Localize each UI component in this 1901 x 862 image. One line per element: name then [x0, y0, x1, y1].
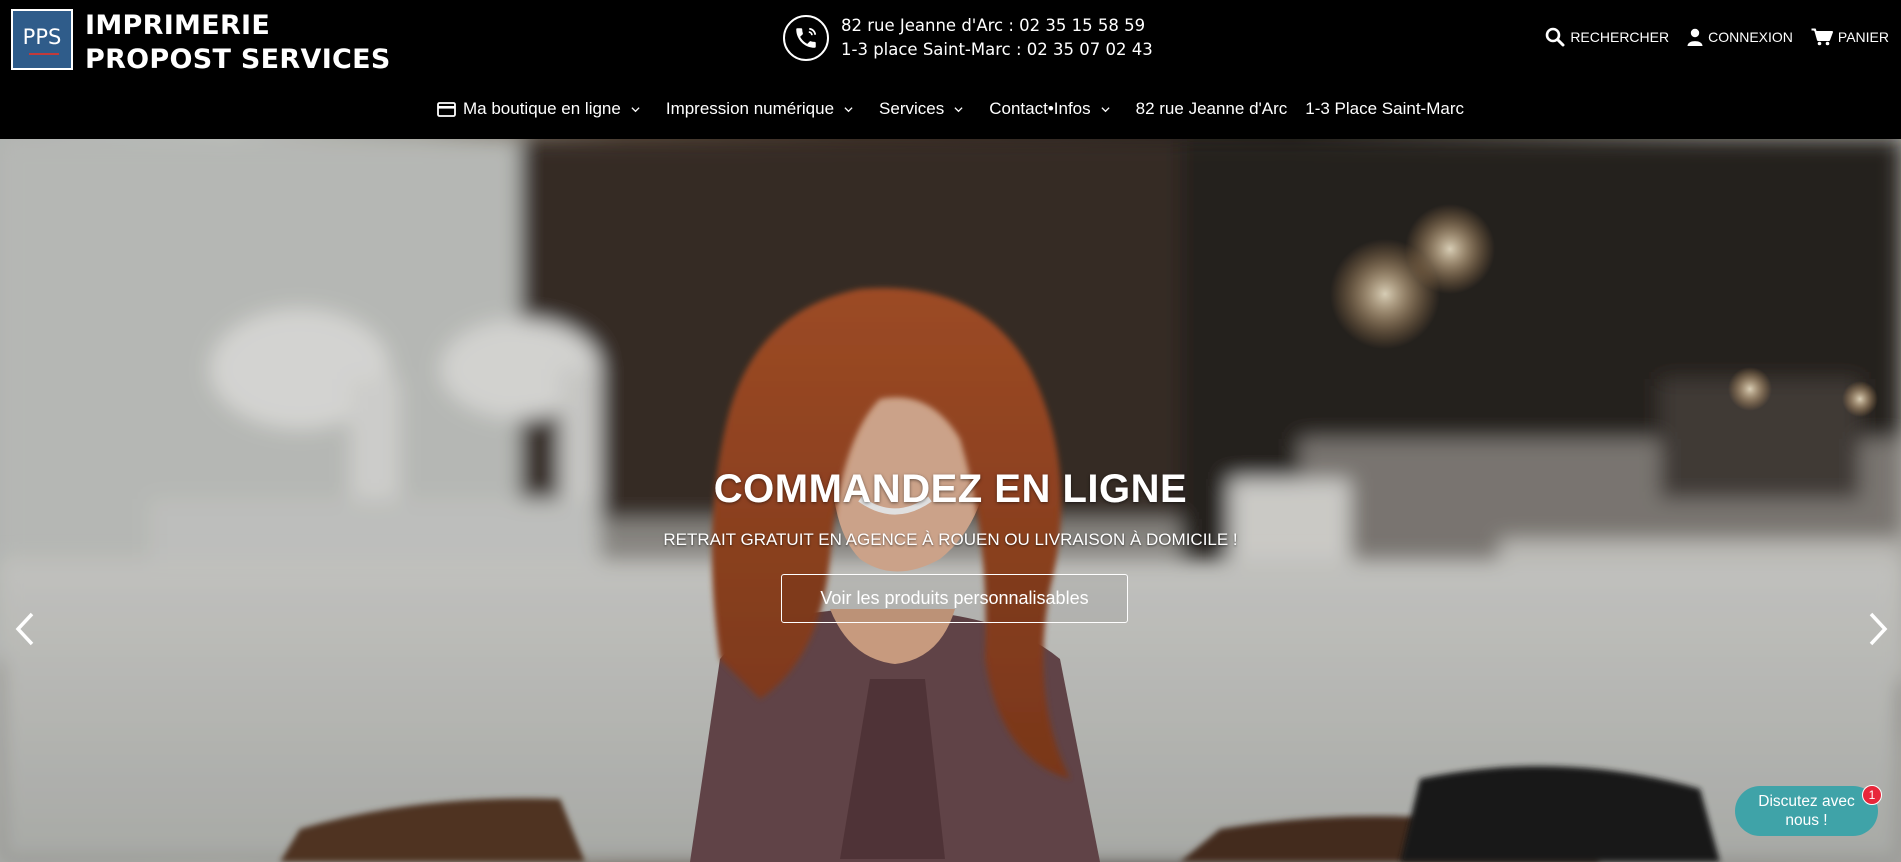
chat-label: Discutez avec nous ! [1758, 792, 1854, 830]
brand-name: IMPRIMERIE PROPOST SERVICES [85, 9, 391, 77]
nav-item-jeanne-darc[interactable]: 82 rue Jeanne d'Arc [1136, 99, 1288, 119]
hero-title: COMMANDEZ EN LIGNE [713, 467, 1188, 511]
logo-initials: PPS [22, 25, 62, 49]
login-label: CONNEXION [1708, 29, 1793, 45]
chevron-down-icon [1101, 106, 1110, 112]
chevron-down-icon [954, 106, 963, 112]
brand-name-line1: IMPRIMERIE [85, 10, 271, 41]
nav-label-jeanne-darc: 82 rue Jeanne d'Arc [1135, 99, 1288, 118]
site-logo[interactable]: PPS IMPRIMERIE PROPOST SERVICES [11, 9, 391, 77]
nav-label-saint-marc: 1-3 Place Saint-Marc [1305, 99, 1464, 118]
search-label: RECHERCHER [1570, 29, 1670, 45]
login-link[interactable]: CONNEXION [1687, 28, 1793, 46]
nav-label-impression: Impression numérique [665, 99, 835, 118]
nav-item-boutique[interactable]: Ma boutique en ligne [437, 99, 640, 119]
nav-label-services: Services [879, 99, 945, 118]
credit-card-icon [437, 101, 456, 117]
chat-label-line2: nous ! [1785, 812, 1828, 829]
view-products-button[interactable]: Voir les produits personnalisables [781, 574, 1128, 623]
chevron-right-icon [1869, 612, 1888, 646]
nav-item-contact[interactable]: Contact•Infos [989, 99, 1110, 119]
cart-label: PANIER [1837, 29, 1889, 45]
slider-next-button[interactable] [1863, 604, 1893, 654]
search-icon [1546, 27, 1565, 47]
contact-lines: 82 rue Jeanne d'Arc : 02 35 15 58 59 1-3… [841, 14, 1153, 62]
chat-label-line1: Discutez avec [1758, 793, 1855, 810]
chevron-left-icon [15, 612, 34, 646]
slider-prev-button[interactable] [10, 604, 40, 654]
contact-line-saint-marc: 1-3 place Saint-Marc : 02 35 07 02 43 [841, 40, 1153, 59]
hero-subtitle: RETRAIT GRATUIT EN AGENCE À ROUEN OU LIV… [663, 530, 1238, 549]
contact-block: 82 rue Jeanne d'Arc : 02 35 15 58 59 1-3… [783, 14, 1153, 62]
user-icon [1687, 28, 1703, 46]
nav-item-saint-marc[interactable]: 1-3 Place Saint-Marc [1305, 99, 1464, 119]
cart-icon [1811, 28, 1833, 46]
logo-underline [29, 53, 59, 55]
nav-label-contact: Contact•Infos [989, 99, 1091, 118]
contact-line-jeanne-darc: 82 rue Jeanne d'Arc : 02 35 15 58 59 [841, 16, 1146, 35]
search-link[interactable]: RECHERCHER [1545, 27, 1669, 47]
cart-link[interactable]: PANIER [1811, 28, 1889, 46]
chevron-down-icon [844, 106, 853, 112]
logo-mark: PPS [11, 9, 73, 70]
chat-notification-badge: 1 [1862, 785, 1882, 805]
nav-item-services[interactable]: Services [879, 99, 963, 119]
nav-label-boutique: Ma boutique en ligne [463, 99, 621, 118]
brand-name-line2: PROPOST SERVICES [85, 44, 391, 75]
hero-slider: COMMANDEZ EN LIGNE RETRAIT GRATUIT EN AG… [0, 139, 1901, 862]
phone-icon [783, 15, 829, 61]
chevron-down-icon [631, 106, 640, 112]
utility-links: RECHERCHER CONNEXION PANIER [1545, 27, 1889, 47]
chat-widget-button[interactable]: Discutez avec nous ! [1735, 786, 1878, 836]
main-nav: Ma boutique en ligne Impression numériqu… [437, 99, 1482, 119]
site-header: PPS IMPRIMERIE PROPOST SERVICES 82 rue J… [0, 0, 1901, 139]
nav-item-impression[interactable]: Impression numérique [666, 99, 853, 119]
